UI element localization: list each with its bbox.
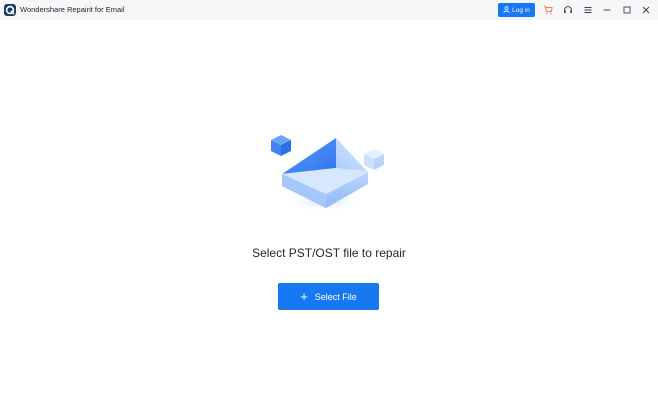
select-file-label: Select File bbox=[314, 291, 357, 302]
envelope-illustration bbox=[264, 128, 392, 216]
app-title: Wondershare Repairit for Email bbox=[20, 5, 125, 14]
login-label: Log in bbox=[512, 6, 530, 14]
user-icon bbox=[503, 5, 510, 15]
title-bar: Wondershare Repairit for Email Log in bbox=[0, 0, 658, 20]
menu-icon[interactable] bbox=[581, 3, 595, 17]
select-file-prompt: Select PST/OST file to repair bbox=[252, 246, 406, 260]
login-button[interactable]: Log in bbox=[498, 3, 535, 17]
app-logo-icon bbox=[4, 4, 16, 16]
cart-icon[interactable] bbox=[541, 3, 555, 17]
headset-icon[interactable] bbox=[561, 3, 575, 17]
plus-icon: + bbox=[300, 288, 308, 304]
maximize-icon[interactable] bbox=[620, 3, 634, 17]
minimize-icon[interactable] bbox=[600, 3, 614, 17]
close-icon[interactable] bbox=[639, 3, 653, 17]
select-file-button[interactable]: + Select File bbox=[278, 283, 379, 310]
